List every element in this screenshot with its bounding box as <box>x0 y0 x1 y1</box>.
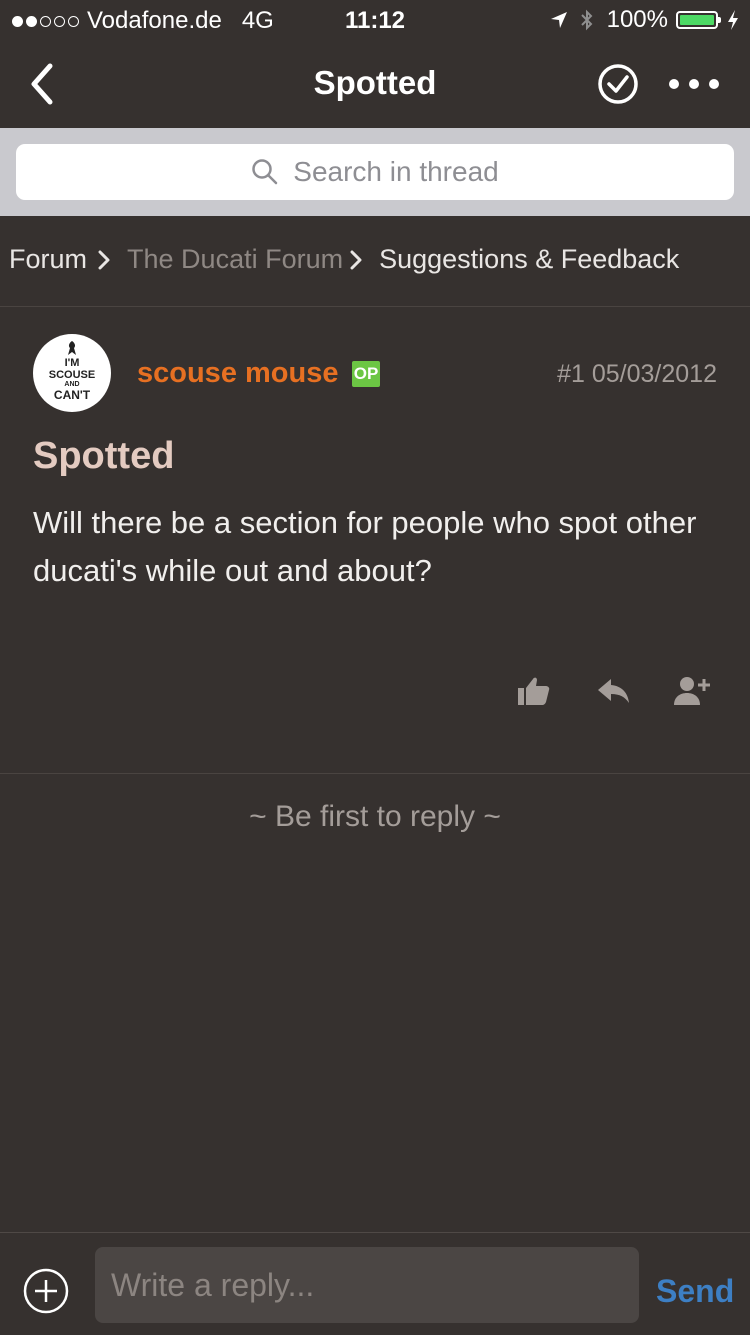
add-attachment-icon[interactable] <box>22 1267 70 1315</box>
op-badge: OP <box>352 361 380 387</box>
liverbird-icon <box>68 341 76 355</box>
author-name[interactable]: scouse mouse <box>137 357 338 390</box>
reply-composer: Write a reply... Send <box>0 1232 750 1335</box>
more-icon[interactable] <box>666 70 722 98</box>
post-meta: #1 05/03/2012 <box>557 360 717 388</box>
breadcrumb-item[interactable]: The Ducati Forum <box>127 244 343 275</box>
search-input[interactable]: Search in thread <box>16 144 734 200</box>
breadcrumb: ati Forum The Ducati Forum Suggestions &… <box>0 216 750 307</box>
nav-bar: Spotted <box>0 40 750 128</box>
avatar-text-line: SCOUSE <box>48 369 96 381</box>
avatar-text-line: I'M <box>64 357 80 369</box>
send-button[interactable]: Send <box>656 1273 734 1310</box>
battery-percent: 100% <box>606 6 668 33</box>
thumbs-up-icon[interactable] <box>514 671 554 711</box>
post-card: I'M SCOUSE AND CAN'T scouse mouse OP #1 … <box>0 307 750 774</box>
reply-input[interactable]: Write a reply... <box>95 1247 639 1323</box>
location-arrow-icon <box>550 12 567 28</box>
breadcrumb-item[interactable]: Suggestions & Feedback <box>379 244 679 275</box>
chevron-right-icon <box>98 250 110 269</box>
post-body: Will there be a section for people who s… <box>33 505 697 588</box>
status-right: 100% <box>549 6 740 34</box>
chevron-right-icon <box>350 250 362 269</box>
avatar[interactable]: I'M SCOUSE AND CAN'T <box>33 334 111 412</box>
check-circle-icon[interactable] <box>596 62 640 106</box>
avatar-text-line: CAN'T <box>53 388 91 402</box>
charging-bolt-icon <box>728 10 738 30</box>
add-user-icon[interactable] <box>672 671 712 711</box>
empty-state: ~ Be first to reply ~ <box>249 800 501 833</box>
battery-icon <box>676 11 721 29</box>
search-bar: Search in thread <box>0 128 750 216</box>
reply-icon[interactable] <box>594 671 634 711</box>
status-bar: Vodafone.de 4G 11:12 100% <box>0 0 750 40</box>
breadcrumb-item[interactable]: ati Forum <box>0 244 87 275</box>
bluetooth-icon <box>580 9 593 31</box>
post-title: Spotted <box>33 435 175 477</box>
search-placeholder: Search in thread <box>293 156 499 187</box>
search-icon <box>252 159 278 185</box>
